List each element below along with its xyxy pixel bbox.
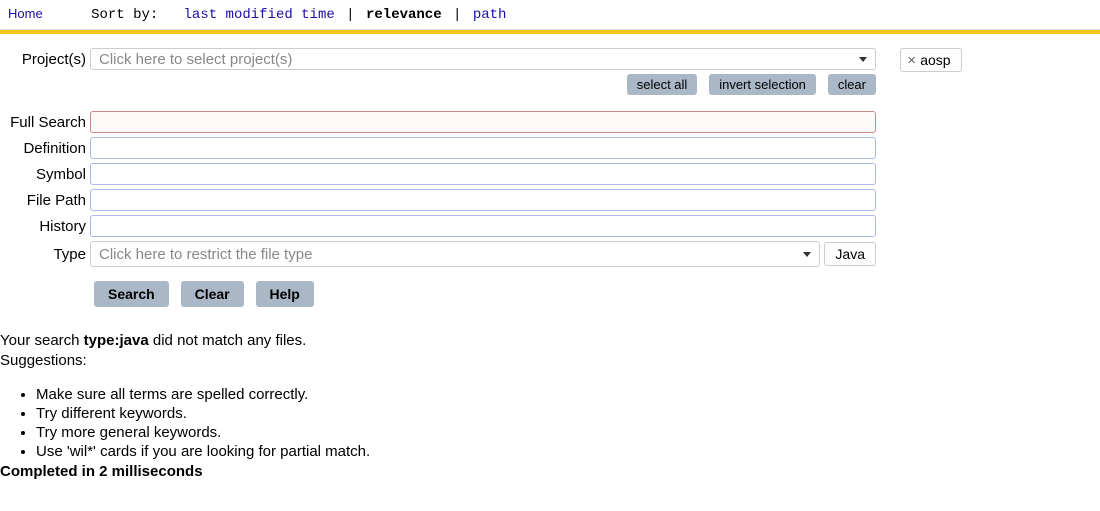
- sort-by-label: Sort by:: [91, 7, 158, 23]
- symbol-input[interactable]: [90, 163, 876, 185]
- close-icon[interactable]: ✕: [907, 54, 916, 67]
- definition-label: Definition: [8, 140, 90, 157]
- projects-select[interactable]: Click here to select project(s): [90, 48, 876, 70]
- file-path-input[interactable]: [90, 189, 876, 211]
- full-search-label: Full Search: [8, 114, 90, 131]
- topbar: Home Sort by: last modified time | relev…: [0, 0, 1100, 30]
- sort-last-modified[interactable]: last modified time: [184, 7, 335, 23]
- type-select[interactable]: Click here to restrict the file type: [90, 241, 820, 267]
- type-java-button[interactable]: Java: [824, 242, 876, 266]
- type-label: Type: [8, 246, 90, 263]
- project-tag-label: aosp: [920, 52, 950, 68]
- list-item: Try different keywords.: [36, 405, 1100, 422]
- list-item: Try more general keywords.: [36, 424, 1100, 441]
- caret-down-icon: [859, 57, 867, 62]
- results-area: Your search type:java did not match any …: [0, 331, 1100, 482]
- file-path-label: File Path: [8, 192, 90, 209]
- list-item: Make sure all terms are spelled correctl…: [36, 386, 1100, 403]
- sort-path[interactable]: path: [473, 7, 507, 23]
- project-tag-aosp[interactable]: ✕ aosp: [900, 48, 962, 72]
- help-button[interactable]: Help: [256, 281, 314, 307]
- type-placeholder: Click here to restrict the file type: [99, 246, 312, 263]
- select-all-button[interactable]: select all: [627, 74, 698, 95]
- accent-bar: [0, 30, 1100, 34]
- list-item: Use 'wil*' cards if you are looking for …: [36, 443, 1100, 460]
- sort-sep: |: [453, 7, 461, 23]
- history-label: History: [8, 218, 90, 235]
- search-button[interactable]: Search: [94, 281, 169, 307]
- suggestions-list: Make sure all terms are spelled correctl…: [0, 386, 1100, 460]
- suggestions-label: Suggestions:: [0, 351, 1100, 371]
- projects-placeholder: Click here to select project(s): [99, 51, 292, 68]
- symbol-label: Symbol: [8, 166, 90, 183]
- sort-relevance[interactable]: relevance: [366, 7, 442, 23]
- home-link[interactable]: Home: [8, 6, 43, 21]
- no-match-message: Your search type:java did not match any …: [0, 331, 1100, 351]
- invert-selection-button[interactable]: invert selection: [709, 74, 816, 95]
- full-search-input[interactable]: [90, 111, 876, 133]
- clear-projects-button[interactable]: clear: [828, 74, 876, 95]
- history-input[interactable]: [90, 215, 876, 237]
- completed-time: Completed in 2 milliseconds: [0, 462, 1100, 482]
- sort-sep: |: [346, 7, 354, 23]
- clear-button[interactable]: Clear: [181, 281, 244, 307]
- caret-down-icon: [803, 252, 811, 257]
- projects-label: Project(s): [8, 51, 90, 68]
- definition-input[interactable]: [90, 137, 876, 159]
